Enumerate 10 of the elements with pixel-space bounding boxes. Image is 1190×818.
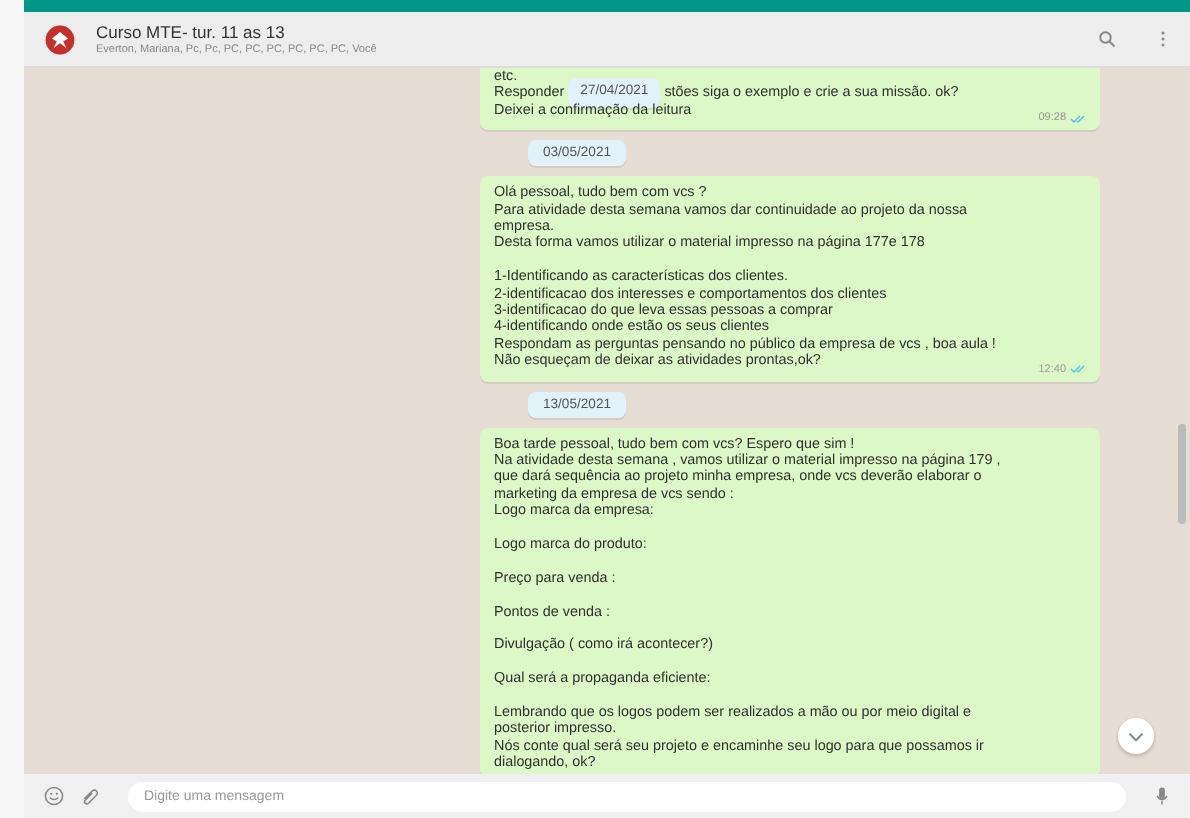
scroll-down-button[interactable] [1118, 718, 1154, 754]
group-avatar-icon[interactable] [44, 23, 76, 55]
emoji-icon[interactable] [44, 786, 64, 806]
scrollbar-thumb[interactable] [1178, 424, 1186, 524]
menu-icon[interactable] [1160, 30, 1166, 48]
chat-title[interactable]: Curso MTE- tur. 11 as 13 [96, 22, 1078, 42]
chevron-down-icon [1128, 731, 1144, 741]
search-icon[interactable] [1098, 30, 1116, 48]
microphone-icon[interactable] [1154, 786, 1170, 806]
paperclip-icon[interactable] [80, 786, 100, 806]
